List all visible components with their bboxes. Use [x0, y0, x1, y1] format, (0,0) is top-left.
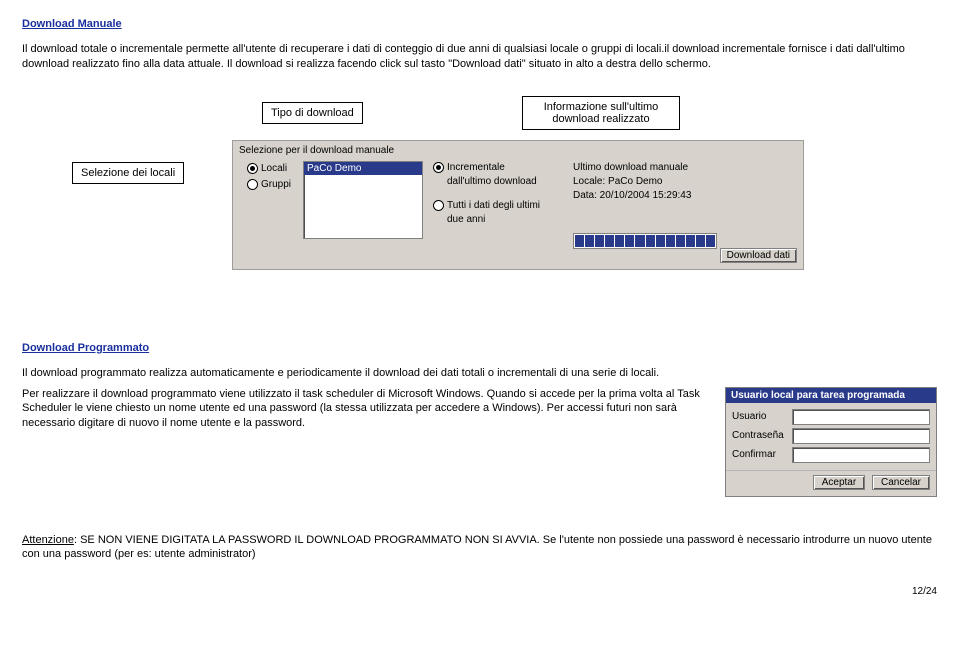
radio-tutti-label2: due anni [433, 213, 540, 227]
callout-info-ultimo: Informazione sull'ultimo download realiz… [522, 96, 680, 130]
manual-download-panel: Selezione per il download manuale Locali… [232, 140, 804, 270]
radio-group-scope: Locali Gruppi [247, 161, 291, 193]
login-label-user: Usuario [732, 411, 792, 422]
login-accept-button[interactable]: Aceptar [813, 475, 865, 490]
login-row-pass: Contraseña [732, 428, 930, 444]
manual-download-diagram: Tipo di download Informazione sull'ultim… [22, 102, 937, 292]
radio-icon [247, 179, 258, 190]
page-number: 12/24 [22, 586, 937, 597]
radio-icon [247, 163, 258, 174]
login-row-user: Usuario [732, 409, 930, 425]
callout-selezione-locali: Selezione dei locali [72, 162, 184, 184]
attenzione-text: : SE NON VIENE DIGITATA LA PASSWORD IL D… [22, 534, 932, 561]
login-row-confirm: Confirmar [732, 447, 930, 463]
paragraph-programmato-intro: Il download programmato realizza automat… [22, 366, 937, 381]
radio-gruppi-label: Gruppi [261, 179, 291, 190]
radio-locali-label: Locali [261, 163, 287, 174]
paragraph-intro-manuale: Il download totale o incrementale permet… [22, 42, 937, 72]
login-input-user[interactable] [792, 409, 930, 425]
login-input-pass[interactable] [792, 428, 930, 444]
radio-gruppi[interactable]: Gruppi [247, 177, 291, 193]
last-download-date: Data: 20/10/2004 15:29:43 [573, 189, 691, 203]
radio-incr-label1: Incrementale [447, 162, 505, 173]
login-input-confirm[interactable] [792, 447, 930, 463]
radio-tutti-label1: Tutti i dati degli ultimi [447, 200, 540, 211]
radio-locali[interactable]: Locali [247, 161, 291, 177]
login-dialog-title: Usuario local para tarea programada [726, 388, 936, 403]
heading-download-programmato: Download Programmato [22, 342, 937, 354]
radio-tutti[interactable]: Tutti i dati degli ultimi [433, 199, 540, 213]
last-download-info: Ultimo download manuale Locale: PaCo Dem… [573, 161, 691, 203]
login-cancel-button[interactable]: Cancelar [872, 475, 930, 490]
login-label-pass: Contraseña [732, 430, 792, 441]
download-dati-button[interactable]: Download dati [720, 248, 797, 263]
programmato-row: Per realizzare il download programmato v… [22, 387, 937, 497]
radio-icon [433, 200, 444, 211]
panel-title: Selezione per il download manuale [239, 145, 394, 156]
heading-download-manuale: Download Manuale [22, 18, 937, 30]
radio-incr-label2: dall'ultimo download [433, 175, 540, 189]
login-dialog: Usuario local para tarea programada Usua… [725, 387, 937, 497]
radio-group-type: Incrementale dall'ultimo download Tutti … [433, 161, 540, 227]
callout-tipo-download: Tipo di download [262, 102, 363, 124]
radio-incrementale[interactable]: Incrementale [433, 161, 540, 175]
progress-bar [573, 233, 717, 249]
attenzione-label: Attenzione [22, 534, 74, 546]
listbox-item[interactable]: PaCo Demo [304, 162, 422, 175]
login-label-confirm: Confirmar [732, 449, 792, 460]
attenzione-paragraph: Attenzione: SE NON VIENE DIGITATA LA PAS… [22, 533, 937, 563]
listbox-locali[interactable]: PaCo Demo [303, 161, 423, 239]
last-download-heading: Ultimo download manuale [573, 161, 691, 175]
paragraph-programmato-detail: Per realizzare il download programmato v… [22, 387, 705, 432]
radio-icon [433, 162, 444, 173]
last-download-locale: Locale: PaCo Demo [573, 175, 691, 189]
